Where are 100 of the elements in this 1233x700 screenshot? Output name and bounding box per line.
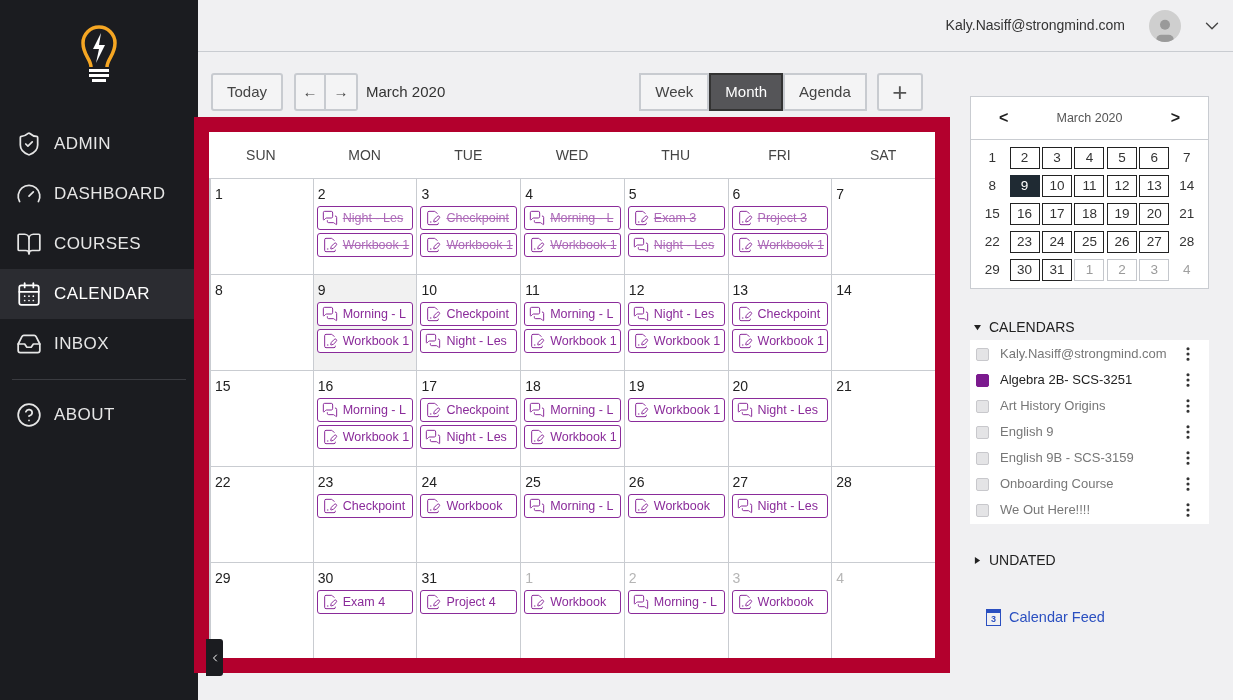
event-chip[interactable]: Night - Les (316, 206, 414, 230)
mini-day[interactable]: 24 (1042, 231, 1073, 253)
previous-month-button[interactable]: < (999, 106, 1009, 130)
day-cell[interactable]: 5 Exam 3 Night - Les (623, 179, 728, 274)
event-chip[interactable]: Workbook 1 (316, 329, 414, 353)
next-month-button[interactable]: > (1170, 106, 1180, 130)
event-chip[interactable]: Checkpoint (420, 398, 518, 422)
day-cell[interactable]: 26 Workbook (623, 467, 728, 562)
mini-day[interactable]: 10 (1042, 175, 1073, 197)
event-chip[interactable]: Night - Les (420, 425, 518, 449)
event-chip[interactable]: Checkpoint (420, 206, 518, 230)
mini-day[interactable]: 9 (1009, 175, 1040, 197)
nav-item[interactable]: ADMIN (0, 119, 198, 169)
disclosure-triangle-icon[interactable] (974, 324, 981, 331)
mini-day[interactable]: 17 (1042, 203, 1073, 225)
previous-button[interactable]: ← (294, 73, 327, 111)
event-chip[interactable]: Project 4 (420, 590, 518, 614)
event-chip[interactable]: Checkpoint (316, 494, 414, 518)
event-chip[interactable]: Night - Les (731, 494, 829, 518)
day-cell[interactable]: 25 Morning - L (520, 467, 624, 562)
mini-day[interactable]: 31 (1042, 259, 1073, 281)
mini-day[interactable]: 26 (1106, 231, 1137, 253)
event-chip[interactable]: Workbook 1 (420, 233, 518, 257)
event-chip[interactable]: Morning - L (316, 398, 414, 422)
day-cell[interactable]: 19 Workbook 1 (623, 371, 728, 466)
calendar-feed-link[interactable]: 3 Calendar Feed (986, 607, 1209, 629)
mini-day[interactable]: 7 (1171, 147, 1202, 169)
day-cell[interactable]: 9 Morning - L Workbook 1 (312, 275, 417, 370)
mini-day[interactable]: 19 (1106, 203, 1137, 225)
mini-day[interactable]: 1 (977, 147, 1008, 169)
mini-day[interactable]: 18 (1074, 203, 1105, 225)
mini-day[interactable]: 16 (1009, 203, 1040, 225)
event-chip[interactable]: Night - Les (627, 302, 725, 326)
collapse-handle[interactable] (206, 639, 223, 676)
mini-day[interactable]: 13 (1139, 175, 1170, 197)
day-cell[interactable]: 1 Workbook (520, 563, 624, 658)
mini-day[interactable]: 28 (1171, 231, 1202, 253)
event-chip[interactable]: Checkpoint (731, 302, 829, 326)
event-chip[interactable]: Night - Les (627, 233, 725, 257)
event-chip[interactable]: Workbook (627, 494, 725, 518)
next-button[interactable]: → (326, 73, 359, 111)
mini-day[interactable]: 15 (977, 203, 1008, 225)
event-chip[interactable]: Workbook 1 (627, 329, 725, 353)
event-chip[interactable]: Workbook 1 (524, 233, 621, 257)
event-chip[interactable]: Night - Les (420, 329, 518, 353)
nav-item[interactable]: COURSES (0, 219, 198, 269)
event-chip[interactable]: Morning - L (316, 302, 414, 326)
nav-item[interactable]: ABOUT (0, 390, 198, 440)
mini-day[interactable]: 2 (1009, 147, 1040, 169)
mini-day[interactable]: 21 (1171, 203, 1202, 225)
today-button[interactable]: Today (211, 73, 284, 111)
event-chip[interactable]: Workbook (524, 590, 621, 614)
nav-item[interactable]: INBOX (0, 319, 198, 369)
event-chip[interactable]: Checkpoint (420, 302, 518, 326)
event-chip[interactable]: Workbook 1 (731, 233, 829, 257)
event-chip[interactable]: Workbook 1 (731, 329, 829, 353)
event-chip[interactable]: Morning - L (524, 206, 621, 230)
mini-day[interactable]: 4 (1074, 147, 1105, 169)
mini-day[interactable]: 23 (1009, 231, 1040, 253)
event-chip[interactable]: Workbook 1 (316, 233, 414, 257)
view-tab[interactable]: Month (709, 73, 784, 111)
mini-day[interactable]: 22 (977, 231, 1008, 253)
event-chip[interactable]: Morning - L (524, 398, 621, 422)
day-cell[interactable]: 2 Morning - L (623, 563, 728, 658)
event-chip[interactable]: Exam 4 (316, 590, 414, 614)
event-chip[interactable]: Workbook 1 (524, 329, 621, 353)
mini-day[interactable]: 20 (1139, 203, 1170, 225)
day-cell[interactable]: 11 Morning - L Workbook 1 (520, 275, 624, 370)
mini-day[interactable]: 25 (1074, 231, 1105, 253)
mini-day[interactable]: 27 (1139, 231, 1170, 253)
day-cell[interactable]: 12 Night - Les Workbook 1 (623, 275, 728, 370)
day-cell[interactable]: 4 Morning - L Workbook 1 (520, 179, 624, 274)
mini-day[interactable]: 14 (1171, 175, 1202, 197)
day-cell[interactable]: 18 Morning - L Workbook 1 (520, 371, 624, 466)
event-chip[interactable]: Project 3 (731, 206, 829, 230)
mini-day[interactable]: 5 (1106, 147, 1137, 169)
event-chip[interactable]: Night - Les (731, 398, 829, 422)
event-chip[interactable]: Workbook 1 (524, 425, 621, 449)
mini-day[interactable]: 29 (977, 259, 1008, 281)
event-chip[interactable]: Morning - L (524, 302, 621, 326)
add-button[interactable]: + (876, 73, 923, 111)
event-chip[interactable]: Workbook 1 (316, 425, 414, 449)
view-tab[interactable]: Agenda (783, 73, 867, 111)
view-tab[interactable]: Week (639, 73, 710, 111)
mini-day[interactable]: 6 (1139, 147, 1170, 169)
mini-day[interactable]: 12 (1106, 175, 1137, 197)
mini-day[interactable]: 8 (977, 175, 1008, 197)
mini-day[interactable]: 30 (1009, 259, 1040, 281)
event-chip[interactable]: Exam 3 (627, 206, 725, 230)
event-chip[interactable]: Workbook (731, 590, 829, 614)
mini-day[interactable]: 11 (1074, 175, 1105, 197)
nav-item[interactable]: DASHBOARD (0, 169, 198, 219)
day-number: 1 (524, 569, 534, 587)
event-chip[interactable]: Workbook 1 (627, 398, 725, 422)
event-chip[interactable]: Workbook (420, 494, 518, 518)
checkbox[interactable] (976, 373, 989, 387)
mini-day[interactable]: 3 (1042, 147, 1073, 169)
disclosure-triangle-icon[interactable] (974, 557, 981, 564)
event-chip[interactable]: Morning - L (627, 590, 725, 614)
event-chip[interactable]: Morning - L (524, 494, 621, 518)
